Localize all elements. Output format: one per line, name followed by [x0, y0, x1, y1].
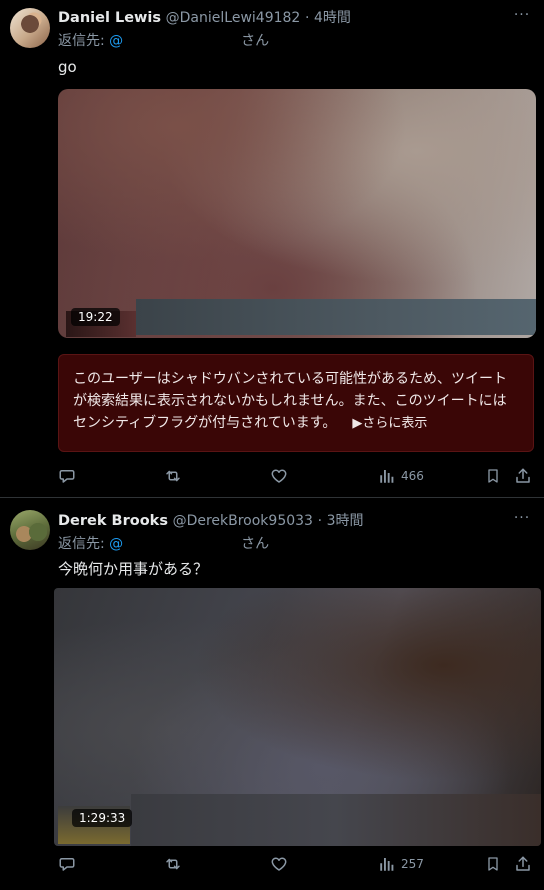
video-overlay: [136, 299, 536, 335]
more-icon[interactable]: ···: [510, 8, 534, 28]
tweet-text: go: [58, 58, 77, 76]
video-duration: 19:22: [71, 308, 120, 326]
reply-suffix: さん: [241, 33, 270, 49]
reply-to-mention[interactable]: @: [109, 33, 123, 49]
avatar[interactable]: [10, 510, 50, 550]
user-handle[interactable]: @DanielLewi49182: [166, 10, 301, 26]
like-icon[interactable]: [270, 853, 288, 875]
reply-prefix: 返信先:: [58, 33, 105, 49]
user-handle[interactable]: @DerekBrook95033: [173, 513, 313, 529]
retweet-icon[interactable]: [163, 853, 183, 875]
show-more-link[interactable]: ▶さらに表示: [352, 416, 427, 431]
bookmark-icon[interactable]: [485, 465, 501, 487]
reply-icon[interactable]: [58, 465, 76, 487]
avatar[interactable]: [10, 8, 50, 48]
views-count: 466: [401, 469, 424, 483]
bookmark-icon[interactable]: [485, 853, 501, 875]
reply-prefix: 返信先:: [58, 536, 105, 552]
action-bar: 257: [0, 853, 544, 875]
video-thumbnail[interactable]: 1:29:33: [54, 588, 541, 846]
reply-to-mention[interactable]: @: [109, 536, 123, 552]
like-icon[interactable]: [270, 465, 288, 487]
tweet[interactable]: Daniel Lewis @DanielLewi49182 · 4時間 ··· …: [0, 0, 544, 498]
reply-to-line: 返信先: @ さん: [58, 534, 269, 554]
views-icon[interactable]: 257: [378, 853, 424, 875]
video-duration: 1:29:33: [72, 809, 133, 827]
reply-icon[interactable]: [58, 853, 76, 875]
warning-text: このユーザーはシャドウバンされている可能性があるため、ツイートが検索結果に表示さ…: [73, 371, 507, 431]
views-count: 257: [401, 857, 424, 871]
user-name[interactable]: Derek Brooks: [58, 513, 168, 529]
reply-suffix: さん: [241, 536, 270, 552]
timestamp[interactable]: 3時間: [327, 513, 364, 529]
separator: ·: [304, 10, 310, 26]
reply-to-line: 返信先: @ さん: [58, 31, 269, 51]
user-name[interactable]: Daniel Lewis: [58, 10, 161, 26]
share-icon[interactable]: [514, 465, 532, 487]
separator: ·: [317, 513, 323, 529]
tweet-text: 今晩何か用事がある？: [58, 560, 209, 578]
action-bar: 466: [0, 465, 544, 487]
tweet[interactable]: Derek Brooks @DerekBrook95033 · 3時間 ··· …: [0, 498, 544, 890]
timestamp[interactable]: 4時間: [314, 10, 351, 26]
retweet-icon[interactable]: [163, 465, 183, 487]
tweet-header: Derek Brooks @DerekBrook95033 · 3時間: [58, 511, 364, 531]
views-icon[interactable]: 466: [378, 465, 424, 487]
tweet-header: Daniel Lewis @DanielLewi49182 · 4時間: [58, 8, 351, 28]
more-icon[interactable]: ···: [510, 511, 534, 531]
video-thumbnail[interactable]: 19:22: [58, 89, 536, 338]
video-overlay: [131, 794, 541, 846]
share-icon[interactable]: [514, 853, 532, 875]
shadowban-warning: このユーザーはシャドウバンされている可能性があるため、ツイートが検索結果に表示さ…: [58, 354, 534, 452]
